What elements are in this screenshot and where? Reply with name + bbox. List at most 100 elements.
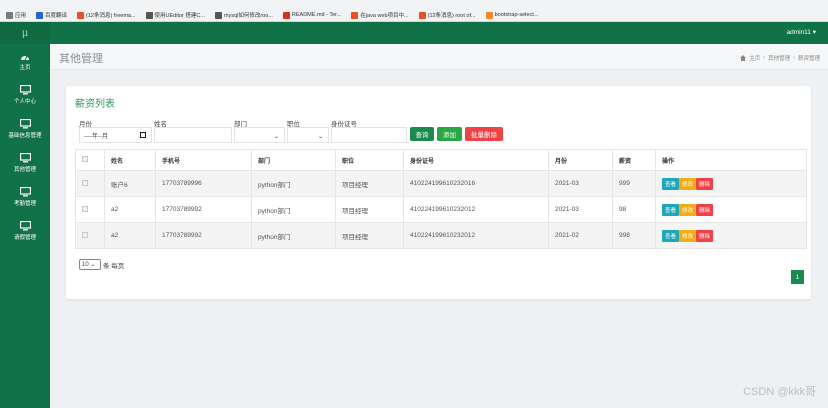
phone-cell: 17703789992	[155, 222, 252, 249]
column-header[interactable]: 职位	[335, 149, 404, 171]
bookmark-label: 应用	[15, 13, 27, 19]
row-checkbox[interactable]	[82, 231, 88, 238]
bookmark-icon	[77, 11, 85, 19]
sidebar-item-home[interactable]: 主页	[0, 44, 50, 78]
calendar-icon[interactable]	[140, 132, 146, 138]
sidebar-item-basic-info[interactable]: 基础信息管理	[0, 112, 50, 146]
bookmark-label: bootstrap-select...	[494, 12, 539, 18]
page-size-value: 10	[82, 261, 89, 268]
row-checkbox[interactable]	[82, 205, 88, 212]
delete-button[interactable]: 删除	[696, 229, 714, 242]
row-select-cell	[75, 170, 105, 197]
breadcrumb-item[interactable]: 其他管理	[768, 54, 790, 62]
view-button[interactable]: 查看	[662, 229, 680, 242]
month-input[interactable]: ----年--月	[79, 127, 152, 143]
breadcrumb: 主页 › 其他管理 › 薪资管理	[740, 54, 820, 62]
app-logo: μ	[0, 22, 50, 44]
user-menu[interactable]: admin11 ▾	[786, 28, 816, 36]
bookmark-label: (12条消息) freema...	[86, 13, 136, 19]
column-header[interactable]: 手机号	[155, 149, 252, 171]
sidebar-item-label: 其他管理	[13, 167, 36, 173]
column-header[interactable]: 月份	[548, 149, 613, 171]
edit-button[interactable]: 修改	[679, 229, 697, 242]
view-button[interactable]: 查看	[662, 177, 680, 190]
sidebar-item-other[interactable]: 其他管理	[0, 146, 50, 180]
ops-cell: 查看 修改 删除	[655, 196, 807, 223]
batch-delete-button[interactable]: 批量删除	[465, 127, 503, 141]
bookmark-item[interactable]: (12条消息) root of...	[418, 11, 476, 19]
position-cell: 项目经理	[335, 196, 404, 223]
column-header[interactable]: 身份证号	[403, 149, 549, 171]
salary-cell: 998	[612, 222, 656, 249]
select-all-header	[75, 149, 105, 171]
add-button[interactable]: 添加	[437, 127, 462, 141]
column-header[interactable]: 薪资	[612, 149, 656, 171]
column-header[interactable]: 部门	[251, 149, 336, 171]
table-row: a2 17703789992 python部门 项目经理 41022419961…	[75, 196, 807, 223]
browser-chrome: 应用 百度翻译 (12条消息) freema... 使用UEditor 搭建C... m…	[0, 0, 828, 22]
bookmark-label: 使用UEditor 搭建C...	[154, 13, 205, 19]
column-header: 操作	[655, 149, 807, 171]
dept-select[interactable]: ⌄	[234, 127, 285, 143]
position-cell: 项目经理	[335, 170, 404, 197]
page-size-select[interactable]: 10 ⌄	[79, 259, 101, 270]
page-button-current[interactable]: 1	[791, 270, 804, 284]
ops-cell: 查看 修改 删除	[655, 222, 807, 249]
column-header[interactable]: 姓名	[104, 149, 156, 171]
select-all-checkbox[interactable]	[82, 156, 88, 162]
monitor-icon	[19, 153, 31, 163]
monitor-icon	[19, 119, 31, 129]
name-cell: 账户6	[104, 170, 156, 197]
chevron-down-icon: ⌄	[273, 134, 279, 140]
bookmark-item[interactable]: (12条消息) freema...	[77, 11, 136, 19]
month-input-value: ----年--月	[84, 133, 108, 140]
delete-button[interactable]: 删除	[696, 203, 714, 216]
view-button[interactable]: 查看	[662, 203, 680, 216]
home-icon	[740, 55, 747, 61]
breadcrumb-item[interactable]: 主页	[749, 54, 760, 62]
bookmark-icon	[418, 11, 426, 19]
idcard-cell: 410224199610232016	[403, 170, 549, 197]
dept-cell: python部门	[251, 222, 336, 249]
ops-cell: 查看 修改 删除	[655, 170, 807, 197]
bookmark-item[interactable]: bootstrap-select...	[485, 11, 539, 19]
dashboard-icon	[21, 55, 29, 60]
bookmark-icon	[36, 11, 44, 19]
position-cell: 项目经理	[335, 222, 404, 249]
position-select[interactable]: ⌄	[287, 127, 329, 143]
bookmark-item[interactable]: mysql如何修改roo...	[214, 11, 273, 19]
bookmark-item[interactable]: README.md - Ter...	[282, 11, 342, 19]
name-input[interactable]	[154, 127, 232, 143]
bookmark-icon	[351, 11, 359, 19]
sidebar: μ 主页 个人中心 基础信息管理 其他管理 考勤管理 请假管理	[0, 22, 50, 408]
idcard-input[interactable]	[331, 127, 407, 143]
bookmark-item[interactable]: 百度翻译	[36, 11, 67, 19]
row-select-cell	[75, 222, 105, 249]
salary-table: 姓名 手机号 部门 职位 身份证号 月份 薪资 操作 账户6 177037899…	[75, 149, 807, 249]
sidebar-item-attendance[interactable]: 考勤管理	[0, 180, 50, 214]
row-checkbox[interactable]	[82, 179, 88, 186]
table-row: a2 17703789992 python部门 项目经理 41022419961…	[75, 222, 807, 249]
bookmark-item[interactable]: 应用	[6, 11, 26, 19]
name-cell: a2	[104, 222, 156, 249]
edit-button[interactable]: 修改	[679, 203, 697, 216]
bookmark-label: README.md - Ter...	[291, 12, 342, 18]
phone-cell: 17703789996	[155, 170, 252, 197]
bookmark-label: mysql如何修改roo...	[223, 13, 273, 19]
sidebar-item-profile[interactable]: 个人中心	[0, 78, 50, 112]
edit-button[interactable]: 修改	[679, 177, 697, 190]
bookmark-icon	[214, 11, 222, 19]
table-header-row: 姓名 手机号 部门 职位 身份证号 月份 薪资 操作	[75, 149, 807, 171]
panel-title: 薪资列表	[75, 99, 115, 110]
address-bar[interactable]	[0, 0, 828, 8]
bookmark-item[interactable]: 在java web项目中...	[351, 11, 409, 19]
sidebar-item-leave[interactable]: 请假管理	[0, 214, 50, 248]
phone-cell: 17703789992	[155, 196, 252, 223]
bookmarks-bar: 应用 百度翻译 (12条消息) freema... 使用UEditor 搭建C... m…	[0, 8, 828, 22]
watermark: CSDN @kkk哥	[743, 386, 816, 398]
bookmark-item[interactable]: 使用UEditor 搭建C...	[145, 11, 205, 19]
query-button[interactable]: 查询	[410, 127, 434, 141]
dept-cell: python部门	[251, 196, 336, 223]
dept-cell: python部门	[251, 170, 336, 197]
delete-button[interactable]: 删除	[696, 177, 714, 190]
